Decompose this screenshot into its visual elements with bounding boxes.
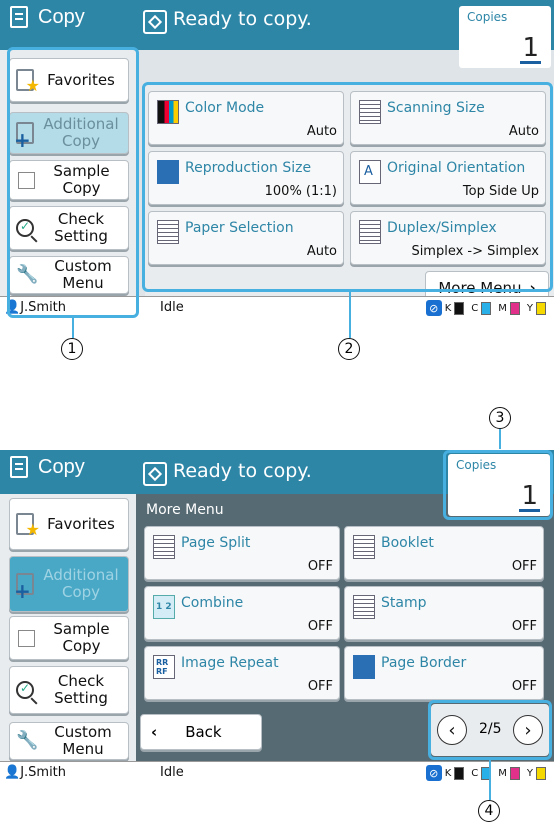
ink-k-swatch: [454, 301, 465, 315]
combine-icon: [153, 595, 175, 619]
back-button[interactable]: ‹ Back: [140, 714, 262, 750]
wrench-icon: [16, 730, 38, 752]
ink-y-swatch: [536, 301, 546, 315]
ink-m-swatch: [509, 301, 520, 315]
status-message: Ready to copy.: [143, 450, 312, 494]
callout-4: 4: [478, 800, 500, 822]
stamp-icon: [353, 595, 375, 619]
network-icon: ⊘: [425, 300, 442, 316]
sample-copy-checkbox-icon: [18, 629, 35, 647]
image-repeat-button[interactable]: Image RepeatOFF: [144, 646, 340, 700]
additional-copy-icon: [14, 573, 34, 603]
combine-button[interactable]: CombineOFF: [144, 586, 340, 640]
custom-menu-button[interactable]: Custom Menu: [9, 722, 129, 760]
ink-c-swatch: [481, 301, 492, 315]
more-menu-header: More Menu: [146, 502, 224, 518]
highlight-pagination: [428, 700, 552, 760]
start-diamond-icon: [143, 462, 167, 486]
callout-3: 3: [489, 407, 511, 429]
sidebar: Favorites Additional Copy Sample Copy Ch…: [0, 494, 136, 761]
callout-line-1: [72, 318, 74, 338]
highlight-copies: [443, 450, 553, 520]
highlight-function-grid: [142, 82, 553, 292]
booklet-icon: [353, 535, 375, 559]
callout-2: 2: [338, 338, 360, 360]
sample-copy-button[interactable]: Sample Copy: [9, 616, 129, 660]
app-title: Copy: [0, 450, 136, 494]
chevron-left-icon: ‹: [151, 723, 158, 741]
page-split-button[interactable]: Page Split OFF: [144, 526, 340, 580]
ink-levels: ⊘ K C M Y: [425, 765, 550, 781]
favorites-button[interactable]: Favorites: [9, 498, 129, 550]
user-icon: 👤: [4, 765, 21, 780]
ink-levels: ⊘ K C M Y: [425, 300, 550, 316]
additional-copy-button: Additional Copy: [9, 556, 129, 612]
callout-line-3: [499, 429, 501, 449]
page-split-icon: [153, 535, 175, 559]
highlight-sidebar: [7, 47, 139, 318]
callout-line-4: [489, 760, 491, 800]
ink-k-swatch: [454, 766, 465, 780]
ink-y-swatch: [536, 766, 546, 780]
stamp-button[interactable]: Stamp OFF: [344, 586, 544, 640]
footer-bar: 👤J.Smith Idle ⊘ K C M Y: [0, 761, 554, 783]
check-setting-button[interactable]: Check Setting: [9, 666, 129, 714]
app-title: Copy: [0, 0, 136, 50]
image-repeat-icon: [153, 655, 175, 679]
copy-doc-icon: [10, 6, 28, 28]
ink-m-swatch: [509, 766, 520, 780]
page-border-button[interactable]: Page Border OFF: [344, 646, 544, 700]
check-setting-icon: [16, 681, 34, 699]
copy-screen-top: Copy Ready to copy. Copies 1 Favorites A…: [0, 0, 554, 318]
status-message: Ready to copy.: [143, 0, 312, 50]
callout-line-2: [349, 292, 351, 338]
favorites-icon: [16, 513, 40, 539]
page-border-icon: [353, 655, 375, 679]
copies-field[interactable]: Copies 1: [459, 6, 551, 68]
callout-1: 1: [61, 338, 83, 360]
network-icon: ⊘: [425, 765, 442, 781]
copy-screen-more-menu: Copy Ready to copy. Favorites Additional…: [0, 450, 554, 783]
booklet-button[interactable]: Booklet OFF: [344, 526, 544, 580]
start-diamond-icon: [143, 10, 167, 34]
copy-doc-icon: [10, 456, 28, 478]
